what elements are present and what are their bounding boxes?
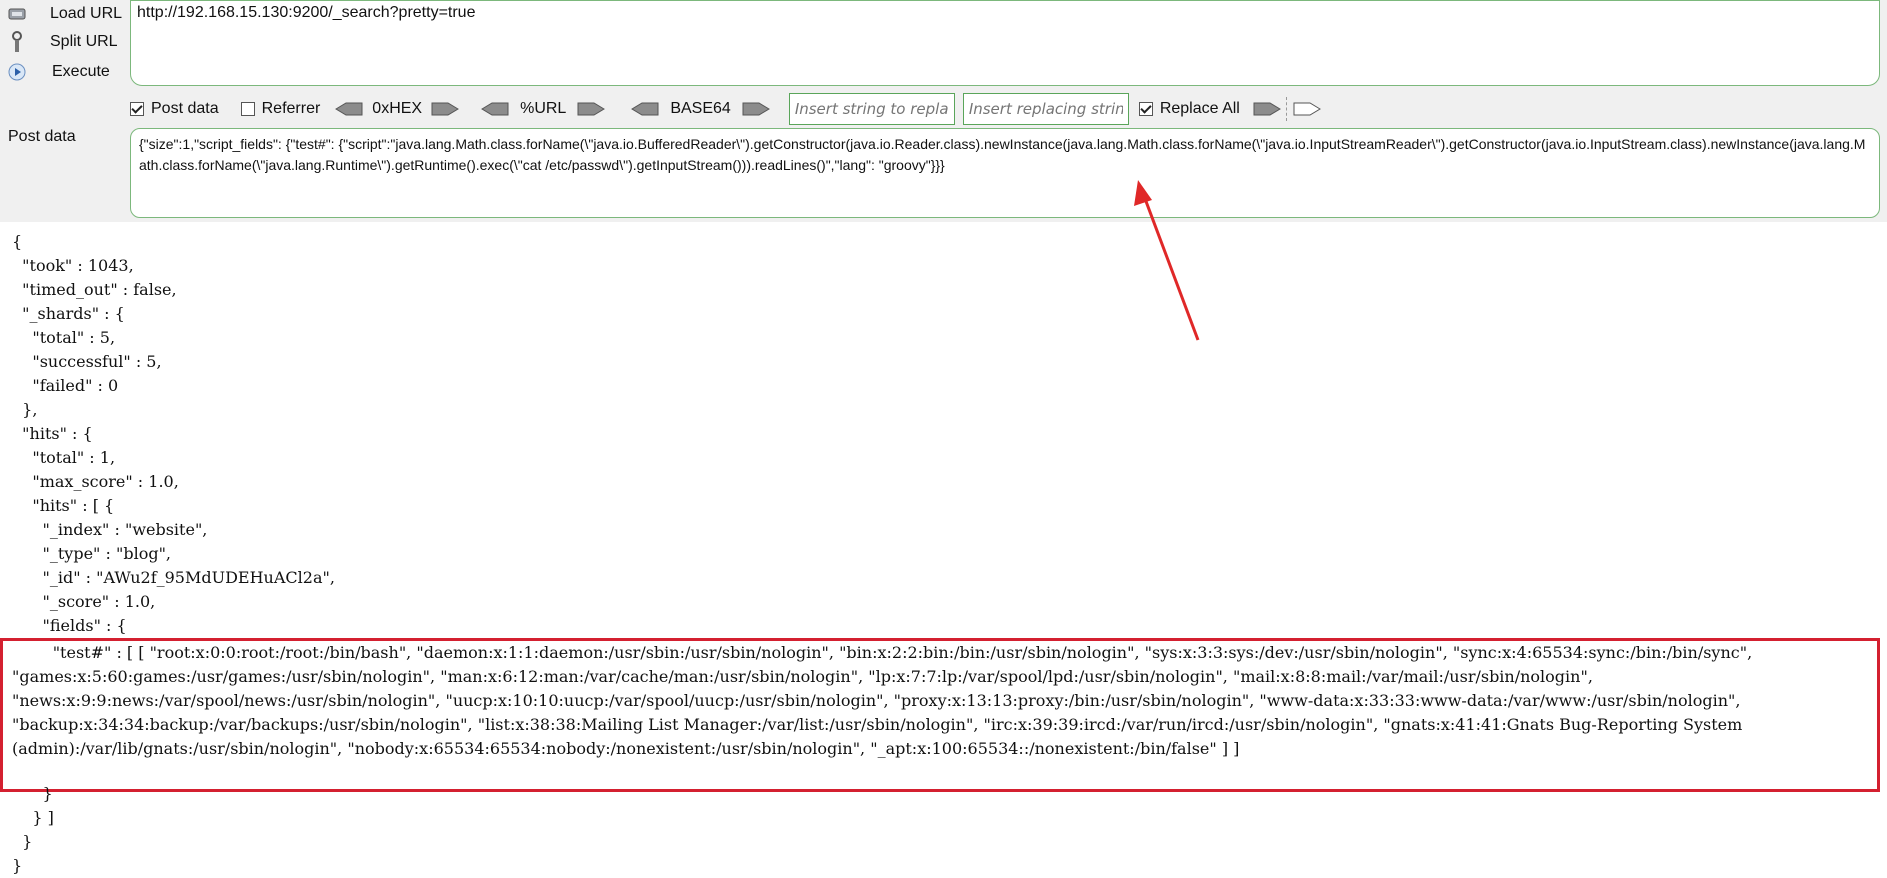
json-line: "took" : 1043, (12, 256, 134, 275)
json-line: "_index" : "website", (12, 520, 208, 539)
hex-decode-arrow-icon[interactable] (334, 101, 364, 117)
replace-left-arrow-icon[interactable] (1252, 101, 1282, 117)
hex-encode-arrow-icon[interactable] (430, 101, 460, 117)
post-data-check-icon (130, 102, 144, 116)
json-line: "total" : 5, (12, 328, 116, 347)
play-icon (6, 61, 28, 83)
hex-label: 0xHEX (372, 100, 423, 117)
insert-replacing-string-input[interactable] (962, 93, 1129, 125)
json-line: "_id" : "AWu2f_95MdUDEHuACl2a", (12, 568, 335, 587)
json-line: } (12, 856, 23, 875)
json-line: "max_score" : 1.0, (12, 472, 179, 491)
url-encode-arrow-icon[interactable] (576, 101, 606, 117)
url-enc-label: %URL (520, 100, 567, 117)
json-line: "timed_out" : false, (12, 280, 177, 299)
json-line: "_score" : 1.0, (12, 592, 156, 611)
post-data-checkbox[interactable]: Post data (130, 100, 219, 118)
json-line: "fields" : { (12, 616, 127, 635)
insert-string-to-replace-input[interactable] (788, 93, 955, 125)
post-data-field-label: Post data (8, 128, 76, 145)
json-line: "failed" : 0 (12, 376, 119, 395)
referrer-label: Referrer (261, 100, 321, 117)
split-url-button[interactable]: Split URL (0, 28, 128, 56)
response-json-tail: } } ] }} (12, 782, 54, 878)
post-data-label: Post data (151, 100, 219, 117)
base64-decode-arrow-icon[interactable] (630, 101, 660, 117)
url-decode-arrow-icon[interactable] (480, 101, 510, 117)
replace-all-check-icon (1138, 102, 1153, 116)
response-json: { "took" : 1043, "timed_out" : false, "_… (12, 230, 1882, 638)
execute-label: Execute (52, 63, 110, 80)
replace-all-checkbox[interactable]: Replace All (1138, 100, 1240, 118)
post-data-textarea[interactable]: {"size":1,"script_fields": {"test#": {"s… (130, 128, 1880, 218)
json-line: { (12, 232, 23, 251)
referrer-checkbox[interactable]: Referrer (240, 100, 321, 118)
hackbar-toolbar: Load URL Split URL Execute http://192.16… (0, 0, 1887, 222)
base64-label: BASE64 (670, 100, 731, 117)
json-line: "_shards" : { (12, 304, 125, 323)
json-line: } (12, 832, 33, 851)
json-line: "hits" : [ { (12, 496, 115, 515)
load-url-label: Load URL (50, 5, 123, 22)
load-url-icon (6, 3, 28, 25)
json-line: "hits" : { (12, 424, 93, 443)
toolbar-divider (1285, 97, 1288, 121)
referrer-check-icon (240, 102, 255, 116)
execute-button[interactable]: Execute (0, 58, 128, 86)
load-url-button[interactable]: Load URL (0, 0, 128, 28)
base64-encode-arrow-icon[interactable] (741, 101, 771, 117)
json-line: "total" : 1, (12, 448, 116, 467)
options-row: Post data Referrer 0xHEX %URL BASE64 Ins… (130, 93, 1880, 125)
json-line: "successful" : 5, (12, 352, 162, 371)
url-input[interactable]: http://192.168.15.130:9200/_search?prett… (130, 0, 1880, 86)
replace-all-label: Replace All (1159, 100, 1240, 117)
passwd-output-text: "test#" : [ [ "root:x:0:0:root:/root:/bi… (12, 643, 1758, 758)
split-url-icon (6, 31, 28, 53)
json-line: "_type" : "blog", (12, 544, 172, 563)
json-line: } (12, 784, 53, 803)
json-line: }, (12, 400, 38, 419)
split-url-label: Split URL (50, 33, 118, 50)
json-line: } ] (12, 808, 54, 827)
replace-right-arrow-icon[interactable] (1292, 101, 1322, 117)
